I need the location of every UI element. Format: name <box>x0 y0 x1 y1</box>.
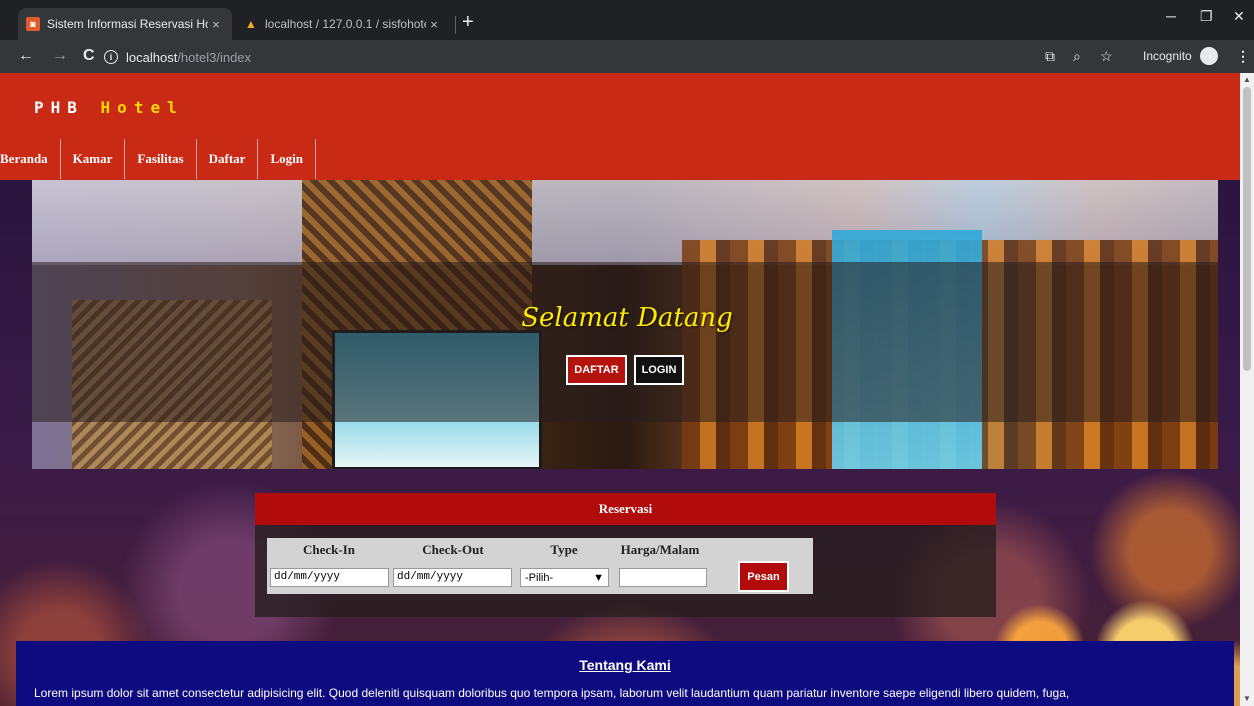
scroll-up-icon[interactable]: ▲ <box>1243 75 1251 84</box>
tab-close-icon[interactable]: × <box>208 17 224 32</box>
back-icon[interactable]: ← <box>18 47 34 65</box>
reservasi-form: Check-In Check-Out Type Harga/Malam dd/m… <box>267 538 813 594</box>
checkout-label: Check-Out <box>422 542 484 557</box>
pesan-button[interactable]: Pesan <box>738 561 789 592</box>
page-viewport: PHB Hotel Beranda Kamar Fasilitas Daftar… <box>0 73 1240 706</box>
hero-daftar-button[interactable]: DAFTAR <box>566 355 627 385</box>
address-bar[interactable]: i localhost/hotel3/index <box>104 44 1014 70</box>
hotel-favicon-icon: ◙ <box>26 17 40 31</box>
checkin-label: Check-In <box>302 542 355 557</box>
tab-phpmyadmin[interactable]: ▲ localhost / 127.0.0.1 / sisfohotel / × <box>236 8 450 40</box>
nav-daftar[interactable]: Daftar <box>197 139 259 179</box>
nav-fasilitas[interactable]: Fasilitas <box>125 139 197 179</box>
zoom-icon[interactable]: ⌕ <box>1073 48 1081 65</box>
about-text: Lorem ipsum dolor sit amet consectetur a… <box>34 686 1070 700</box>
chevron-down-icon: ▼ <box>593 571 604 584</box>
minimize-icon[interactable]: ─ <box>1166 8 1176 24</box>
new-tab-icon[interactable]: + <box>462 12 474 32</box>
incognito-icon <box>1200 47 1218 65</box>
scroll-down-icon[interactable]: ▼ <box>1243 694 1251 703</box>
type-label: Type <box>550 542 578 557</box>
browser-tabbar: ◙ Sistem Informasi Reservasi Hotel × ▲ l… <box>0 0 1254 40</box>
about-title: Tentang Kami <box>579 657 671 673</box>
site-info-icon[interactable]: i <box>104 50 118 64</box>
logo-text-phb: PHB <box>34 98 84 117</box>
room-type-select[interactable]: -Pilih- ▼ <box>520 568 609 587</box>
site-header: PHB Hotel Beranda Kamar Fasilitas Daftar… <box>0 73 1240 180</box>
reservasi-panel: Reservasi Check-In Check-Out Type Harga/… <box>255 493 996 617</box>
translate-icon[interactable]: ⧉ <box>1045 48 1055 65</box>
url-path: /hotel3/index <box>177 49 252 65</box>
tab-close-icon[interactable]: × <box>426 17 442 32</box>
restore-icon[interactable]: ❐ <box>1200 8 1213 25</box>
tab-separator <box>455 16 456 34</box>
nav-kamar[interactable]: Kamar <box>61 139 126 179</box>
checkin-date-input[interactable]: dd/mm/yyyy <box>270 568 389 587</box>
phpmyadmin-favicon-icon: ▲ <box>245 17 257 31</box>
tab-title: localhost / 127.0.0.1 / sisfohotel / <box>265 17 426 31</box>
browser-menu-icon[interactable]: ⋮ <box>1236 48 1250 65</box>
nav-beranda[interactable]: Beranda <box>0 139 61 179</box>
scrollbar-thumb[interactable] <box>1243 87 1251 371</box>
incognito-label: Incognito <box>1143 49 1192 63</box>
tab-title: Sistem Informasi Reservasi Hotel <box>47 17 208 31</box>
hero-title: Selamat Datang <box>521 303 733 333</box>
tab-sistem-informasi[interactable]: ◙ Sistem Informasi Reservasi Hotel × <box>18 8 232 40</box>
bookmark-star-icon[interactable]: ☆ <box>1100 48 1113 65</box>
checkout-date-input[interactable]: dd/mm/yyyy <box>393 568 512 587</box>
forward-icon[interactable]: → <box>52 47 68 65</box>
hero-overlay <box>32 262 1218 422</box>
nav-login[interactable]: Login <box>258 139 316 179</box>
harga-label: Harga/Malam <box>620 542 700 557</box>
about-section: Tentang Kami Lorem ipsum dolor sit amet … <box>16 641 1234 706</box>
logo-text-hotel: Hotel <box>100 98 184 117</box>
room-type-value: -Pilih- <box>525 571 554 584</box>
hero-login-button[interactable]: LOGIN <box>634 355 684 385</box>
reservasi-title: Reservasi <box>255 493 996 525</box>
window-close-icon[interactable]: ✕ <box>1233 8 1245 25</box>
reload-icon[interactable]: C <box>83 47 95 65</box>
site-logo[interactable]: PHB Hotel <box>34 98 184 117</box>
harga-input[interactable] <box>619 568 707 587</box>
page-scrollbar[interactable]: ▲ ▼ <box>1240 73 1254 706</box>
url-host: localhost <box>126 49 178 65</box>
browser-toolbar: ← → C i localhost/hotel3/index ⧉ ⌕ ☆ Inc… <box>0 40 1254 73</box>
main-nav: Beranda Kamar Fasilitas Daftar Login <box>0 139 316 179</box>
